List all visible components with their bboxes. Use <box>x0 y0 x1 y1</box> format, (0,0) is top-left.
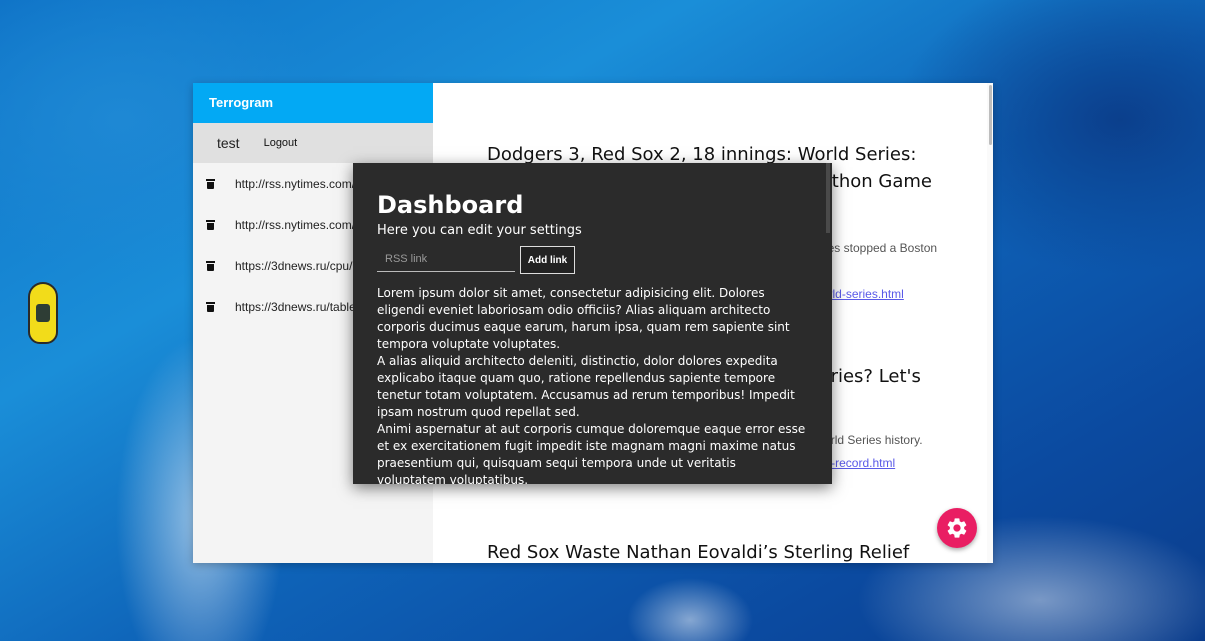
trash-icon[interactable] <box>206 178 215 189</box>
article-card: Red Sox Waste Nathan Eovaldi’s Sterling … <box>487 539 942 563</box>
modal-body: Lorem ipsum dolor sit amet, consectetur … <box>377 285 807 484</box>
trash-icon[interactable] <box>206 260 215 271</box>
trash-icon[interactable] <box>206 219 215 230</box>
article-title: Red Sox Waste Nathan Eovaldi’s Sterling … <box>487 542 910 563</box>
user-bar: test Logout <box>193 123 433 163</box>
modal-subtitle: Here you can edit your settings <box>377 223 582 238</box>
add-link-button[interactable]: Add link <box>520 246 575 274</box>
modal-scrollbar[interactable] <box>826 163 830 233</box>
feed-url[interactable]: https://3dnews.ru/cpu/rss/ <box>235 259 372 273</box>
logout-button[interactable]: Logout <box>264 137 298 149</box>
username: test <box>217 135 240 151</box>
dashboard-modal: Dashboard Here you can edit your setting… <box>353 163 832 484</box>
app-title: Terrogram <box>193 83 433 123</box>
rss-link-input[interactable] <box>377 246 515 272</box>
trash-icon[interactable] <box>206 301 215 312</box>
settings-button[interactable] <box>937 508 977 548</box>
scrollbar[interactable] <box>987 83 993 563</box>
modal-paragraph: Animi aspernatur at aut corporis cumque … <box>377 422 806 484</box>
modal-paragraph: A alias aliquid architecto deleniti, dis… <box>377 354 795 419</box>
modal-paragraph: Lorem ipsum dolor sit amet, consectetur … <box>377 286 790 351</box>
modal-title: Dashboard <box>377 191 524 219</box>
scrollbar-thumb[interactable] <box>989 85 992 145</box>
boat-image <box>28 282 58 344</box>
gear-icon <box>947 518 967 538</box>
